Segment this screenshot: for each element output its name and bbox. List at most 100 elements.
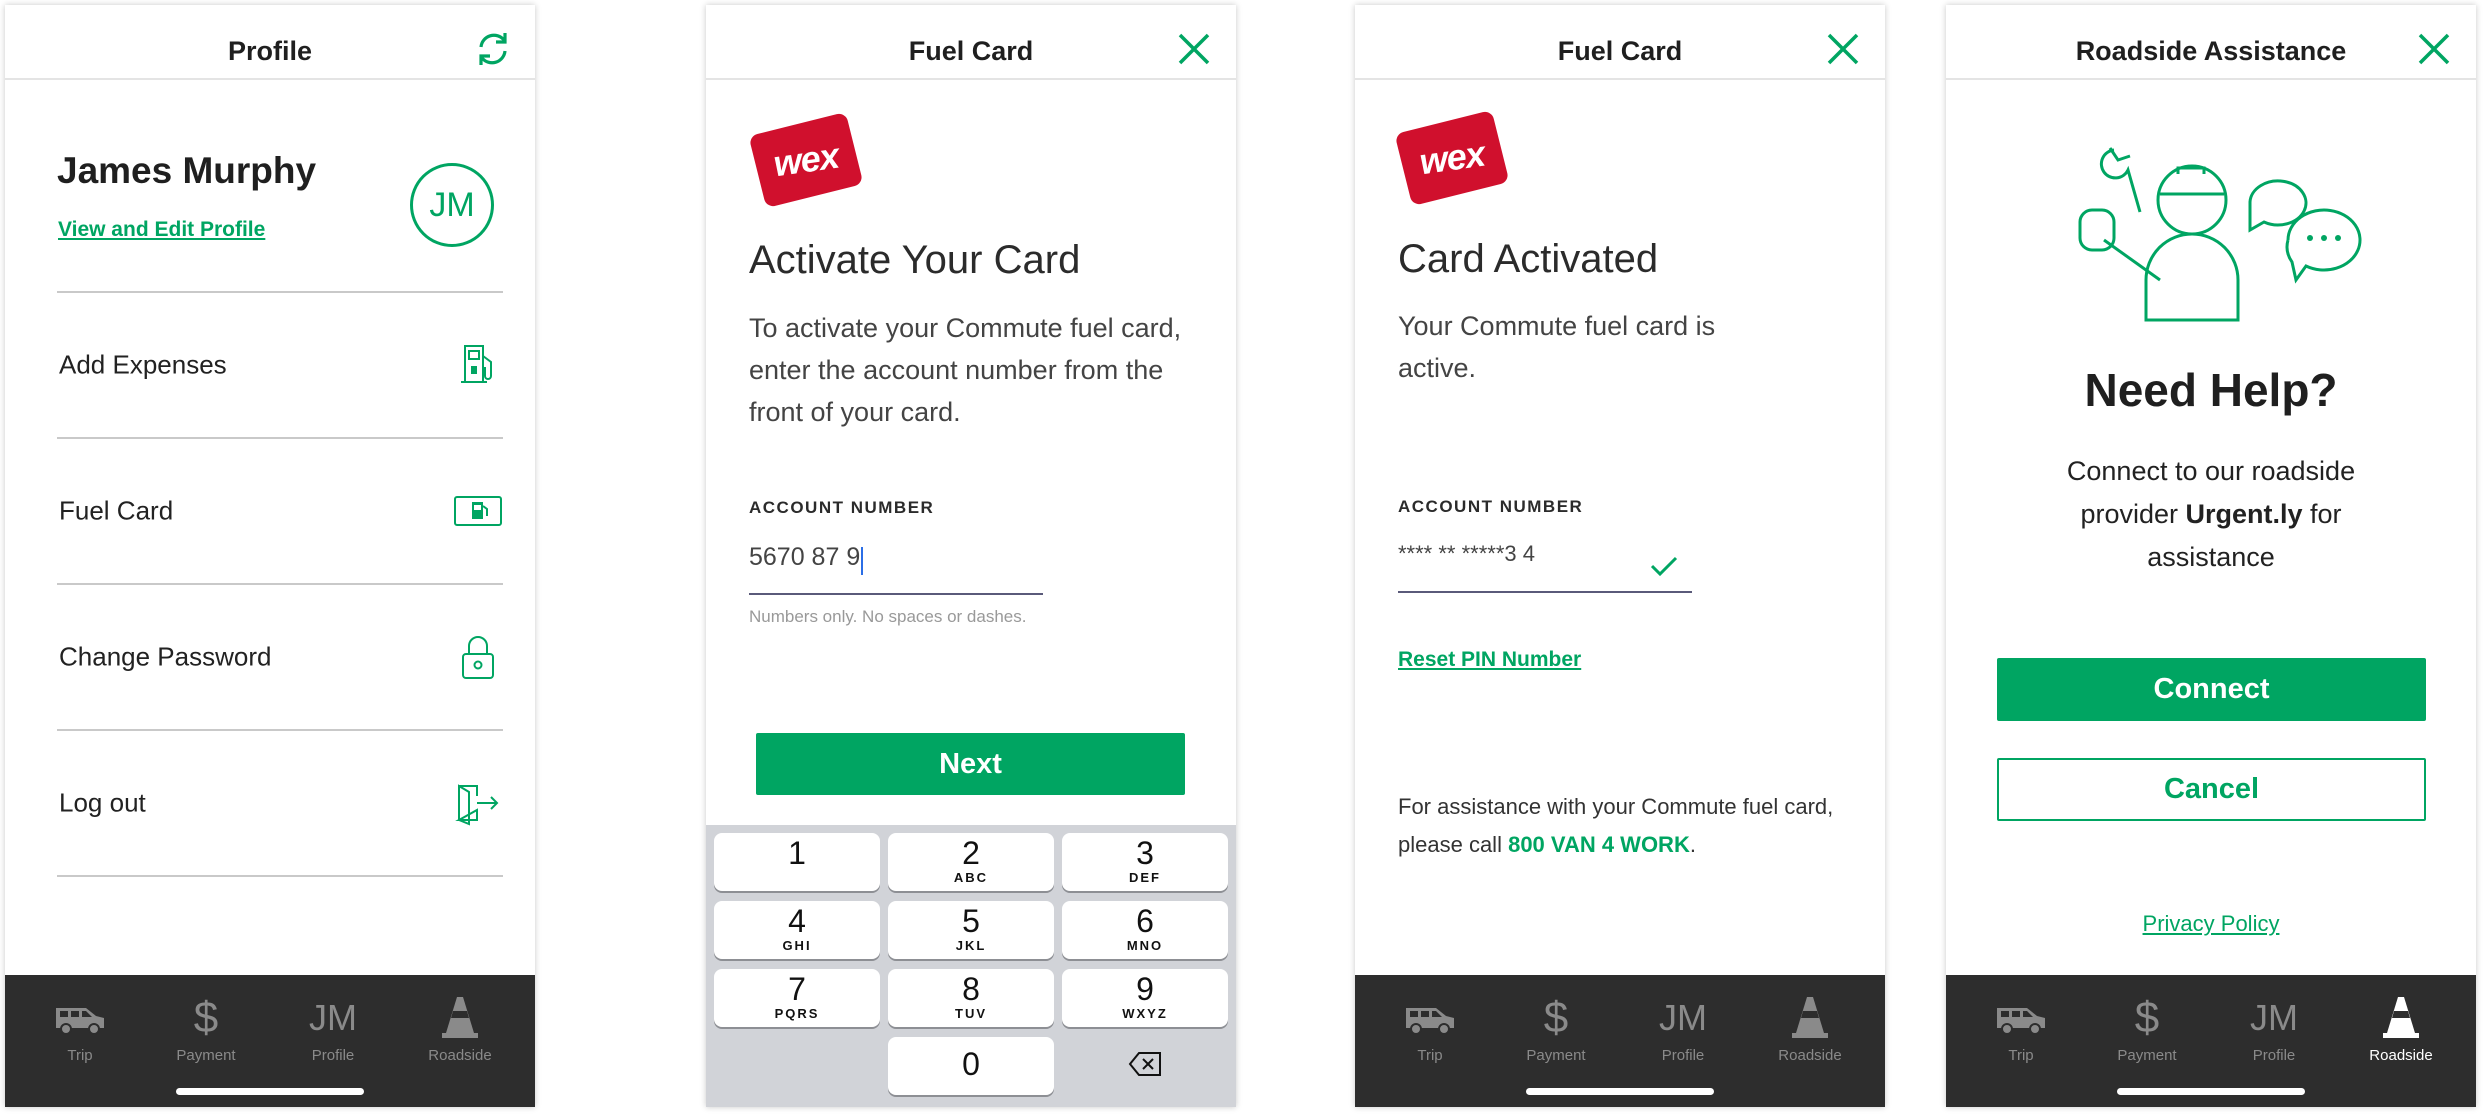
tab-label: Profile bbox=[311, 1047, 355, 1064]
tab-label: Payment bbox=[1526, 1047, 1586, 1064]
tab-label: Payment bbox=[176, 1047, 236, 1064]
close-icon[interactable] bbox=[1823, 29, 1863, 69]
traffic-cone-icon bbox=[2383, 997, 2419, 1038]
phone-link[interactable]: 800 VAN 4 WORK bbox=[1508, 832, 1690, 857]
account-number-input[interactable]: 5670 87 9 bbox=[749, 543, 1043, 595]
reset-pin-link[interactable]: Reset PIN Number bbox=[1398, 648, 1581, 672]
connect-button[interactable]: Connect bbox=[1997, 658, 2426, 721]
card-activated-screen: Fuel Card wex Card Activated Your Commut… bbox=[1355, 5, 1885, 1107]
backspace-icon[interactable] bbox=[1128, 1049, 1164, 1079]
menu-item-add-expenses[interactable]: Add Expenses bbox=[57, 293, 503, 439]
page-title: Fuel Card bbox=[908, 36, 1034, 66]
key-6[interactable]: 6 MNO bbox=[1062, 901, 1228, 959]
instructions: To activate your Commute fuel card, ente… bbox=[749, 313, 1182, 427]
tab-profile[interactable]: JM Profile bbox=[2214, 993, 2334, 1064]
traffic-cone-icon bbox=[1792, 997, 1828, 1038]
tab-label: Trip bbox=[67, 1047, 93, 1064]
key-0[interactable]: 0 bbox=[888, 1037, 1054, 1095]
tab-label: Profile bbox=[1661, 1047, 1705, 1064]
close-icon[interactable] bbox=[1174, 29, 1214, 69]
tab-profile[interactable]: JM Profile bbox=[1623, 993, 1743, 1064]
fuel-pump-icon bbox=[461, 345, 492, 383]
traffic-cone-icon bbox=[442, 997, 478, 1038]
menu-item-label: Fuel Card bbox=[59, 495, 174, 526]
dollar-icon: $ bbox=[2134, 993, 2160, 1042]
assistance-text: For assistance with your Commute fuel ca… bbox=[1398, 794, 1834, 857]
tab-label: Roadside bbox=[1778, 1047, 1842, 1064]
tab-profile[interactable]: JM Profile bbox=[273, 993, 393, 1064]
field-hint: Numbers only. No spaces or dashes. bbox=[749, 607, 1027, 626]
tab-roadside[interactable]: Roadside bbox=[1750, 993, 1870, 1064]
dollar-icon: $ bbox=[1543, 993, 1569, 1042]
van-icon bbox=[56, 1008, 104, 1035]
privacy-policy-link[interactable]: Privacy Policy bbox=[1946, 911, 2476, 937]
tab-trip[interactable]: Trip bbox=[1961, 993, 2081, 1064]
tab-label: Trip bbox=[2008, 1047, 2034, 1064]
activate-card-screen: Fuel Card wex Activate Your Card To acti… bbox=[706, 5, 1236, 1107]
tab-roadside[interactable]: Roadside bbox=[400, 993, 520, 1064]
header: Profile bbox=[5, 5, 535, 80]
tab-label: Profile bbox=[2252, 1047, 2296, 1064]
key-1[interactable]: 1 bbox=[714, 833, 880, 891]
key-8[interactable]: 8 TUV bbox=[888, 969, 1054, 1027]
lock-icon bbox=[462, 636, 494, 679]
tab-bar: Trip $ Payment JM Profile Roadside bbox=[1355, 975, 1885, 1107]
avatar[interactable]: JM bbox=[410, 163, 494, 247]
close-icon[interactable] bbox=[2414, 29, 2454, 69]
menu-item-log-out[interactable]: Log out bbox=[57, 731, 503, 877]
initials-icon: JM bbox=[309, 997, 357, 1038]
menu-item-label: Change Password bbox=[59, 641, 272, 672]
heading: Activate Your Card bbox=[749, 238, 1081, 282]
tab-label: Payment bbox=[2117, 1047, 2177, 1064]
key-5[interactable]: 5 JKL bbox=[888, 901, 1054, 959]
tab-bar: Trip $ Payment JM Profile Roadside bbox=[5, 975, 535, 1107]
key-3[interactable]: 3 DEF bbox=[1062, 833, 1228, 891]
key-2[interactable]: 2 ABC bbox=[888, 833, 1054, 891]
wex-logo: wex bbox=[1394, 110, 1512, 206]
menu-item-fuel-card[interactable]: Fuel Card bbox=[57, 439, 503, 585]
tab-bar: Trip $ Payment JM Profile Roadside bbox=[1946, 975, 2476, 1107]
tab-payment[interactable]: $ Payment bbox=[1496, 993, 1616, 1064]
wex-logo: wex bbox=[748, 112, 866, 208]
key-7[interactable]: 7 PQRS bbox=[714, 969, 880, 1027]
tab-payment[interactable]: $ Payment bbox=[2087, 993, 2207, 1064]
page-title: Profile bbox=[227, 36, 313, 66]
heading: Need Help? bbox=[2084, 364, 2338, 416]
view-edit-profile-link[interactable]: View and Edit Profile bbox=[58, 218, 265, 242]
profile-screen: Profile James Murphy View and Edit Profi… bbox=[5, 5, 535, 1107]
numeric-keypad: 1 2 ABC 3 DEF 4 GHI 5 JKL 6 MNO 7 PQRS 8 TUV 9W… bbox=[706, 825, 1236, 1107]
key-4[interactable]: 4 GHI bbox=[714, 901, 880, 959]
van-icon bbox=[1997, 1008, 2045, 1035]
page-title: Fuel Card bbox=[1557, 36, 1683, 66]
menu-item-change-password[interactable]: Change Password bbox=[57, 585, 503, 731]
home-indicator bbox=[2117, 1088, 2305, 1095]
refresh-icon[interactable] bbox=[473, 29, 513, 69]
heading: Card Activated bbox=[1398, 237, 1659, 281]
menu-item-label: Log out bbox=[59, 787, 146, 818]
menu-item-label: Add Expenses bbox=[59, 349, 227, 380]
header: Fuel Card bbox=[1355, 5, 1885, 80]
tab-label: Roadside bbox=[2369, 1047, 2433, 1064]
tab-label: Trip bbox=[1417, 1047, 1443, 1064]
next-button[interactable]: Next bbox=[756, 733, 1185, 795]
key-9[interactable]: 9 WXYZ bbox=[1062, 969, 1228, 1027]
roadside-assistance-screen: Roadside Assistance Need Help? Connect t… bbox=[1946, 5, 2476, 1107]
header: Roadside Assistance bbox=[1946, 5, 2476, 80]
tab-trip[interactable]: Trip bbox=[20, 993, 140, 1064]
provider-name: Urgent.ly bbox=[2185, 499, 2303, 529]
home-indicator bbox=[176, 1088, 364, 1095]
account-number-field: **** ** *****3 4 bbox=[1398, 541, 1692, 593]
user-name: James Murphy bbox=[57, 150, 317, 191]
field-label: ACCOUNT NUMBER bbox=[749, 498, 935, 517]
home-indicator bbox=[1526, 1088, 1714, 1095]
tab-roadside[interactable]: Roadside bbox=[2341, 993, 2461, 1064]
checkmark-icon bbox=[1650, 556, 1678, 577]
confirmation-message: Your Commute fuel card is active. bbox=[1398, 311, 1716, 383]
mechanic-illustration bbox=[2078, 147, 2362, 322]
cancel-button[interactable]: Cancel bbox=[1997, 758, 2426, 821]
masked-account-number: **** ** *****3 4 bbox=[1398, 541, 1535, 566]
logout-icon bbox=[455, 784, 499, 826]
tab-payment[interactable]: $ Payment bbox=[146, 993, 266, 1064]
tab-trip[interactable]: Trip bbox=[1370, 993, 1490, 1064]
description: Connect to our roadside provider Urgent.… bbox=[2066, 456, 2356, 572]
